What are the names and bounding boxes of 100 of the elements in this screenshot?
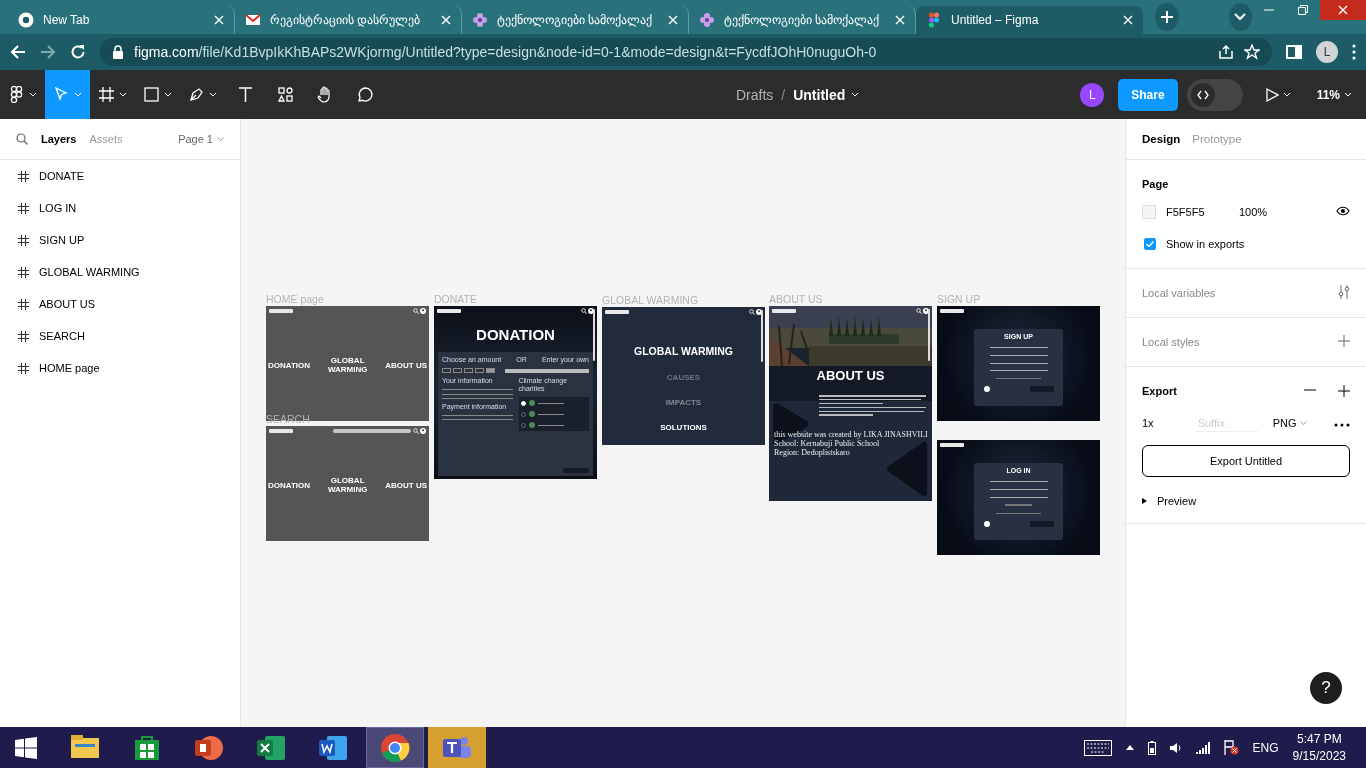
file-name[interactable]: Untitled <box>793 86 860 103</box>
layer-item[interactable]: DONATE <box>39 170 85 182</box>
color-value[interactable]: F5F5F5 <box>1166 206 1239 218</box>
zoom-menu[interactable]: 11% <box>1316 87 1352 102</box>
chevron-down-icon <box>74 92 82 97</box>
checkbox-label: Show in exports <box>1166 238 1245 250</box>
layer-item[interactable]: ABOUT US <box>39 298 96 310</box>
flower-icon <box>699 12 715 28</box>
url-text: figma.com/file/Kd1BvpIkKhBAPs2WKjormg/Untitled?type=design&node-id=0-1&mode=design&t=FycdfJOhH0nuguOh-0 <box>134 44 878 60</box>
scrollbar <box>928 309 930 361</box>
taskbar-app[interactable] <box>366 727 424 768</box>
close-icon[interactable] <box>214 15 224 25</box>
side-panel-icon[interactable] <box>1286 44 1302 60</box>
design-canvas[interactable] <box>241 119 1125 727</box>
close-icon[interactable] <box>441 15 451 25</box>
breadcrumb-separator: / <box>781 86 786 103</box>
layer-item[interactable]: GLOBAL WARMING <box>39 266 140 278</box>
reload-icon[interactable] <box>70 44 86 60</box>
nav-link: GLOBAL WARMING <box>327 476 368 494</box>
frame-heading: DONATION <box>475 326 556 343</box>
nav-link: GLOBAL WARMING <box>327 356 368 374</box>
figma-icon <box>926 12 942 28</box>
profile-avatar[interactable]: L <box>1316 41 1338 63</box>
rectangle-icon <box>143 86 160 103</box>
close-icon[interactable] <box>895 15 905 25</box>
form-line <box>442 389 513 390</box>
checkbox[interactable] <box>1144 238 1156 250</box>
facebook-icon <box>983 386 990 393</box>
eye-icon[interactable] <box>1336 206 1350 216</box>
panel-tab[interactable]: Layers <box>41 133 77 145</box>
signal-icon[interactable] <box>1195 741 1210 754</box>
color-swatch[interactable] <box>1142 205 1156 219</box>
dev-mode-toggle[interactable] <box>1186 78 1243 111</box>
close-icon[interactable] <box>1123 15 1133 25</box>
export-button[interactable]: Export Untitled <box>1142 445 1350 477</box>
chevron-down-icon <box>209 92 217 97</box>
plus-icon[interactable] <box>1338 385 1350 397</box>
facebook-icon <box>983 520 990 527</box>
close-icon[interactable] <box>1338 5 1348 15</box>
flower-icon <box>472 12 488 28</box>
layer-item[interactable]: SIGN UP <box>39 234 85 246</box>
caret-right-icon[interactable] <box>1142 498 1147 504</box>
more-icon[interactable] <box>1352 44 1356 60</box>
form-line <box>442 393 513 395</box>
breadcrumb-link[interactable]: Drafts <box>735 86 774 103</box>
preview-toggle[interactable]: Preview <box>1157 495 1197 507</box>
keyboard-icon[interactable] <box>1083 739 1112 756</box>
windows-icon[interactable] <box>15 736 37 759</box>
credit-line: this website was created by LIKA JINASHVILI <box>774 429 928 439</box>
scale-value[interactable]: 1x <box>1142 417 1154 429</box>
nav-link: SOLUTIONS <box>659 423 708 432</box>
text-line <box>537 413 565 415</box>
restore-icon[interactable] <box>1298 5 1308 15</box>
chevron-down-icon <box>1344 92 1352 97</box>
forward-icon[interactable] <box>40 44 56 60</box>
panel-tab[interactable]: Design <box>1142 133 1181 145</box>
sliders-icon[interactable] <box>1338 285 1350 299</box>
continue-button <box>1029 520 1054 527</box>
search-icon <box>413 308 419 314</box>
credit-line: School: Kernabuji Public School <box>774 438 880 448</box>
back-icon[interactable] <box>10 44 26 60</box>
new-tab-button[interactable] <box>1155 3 1179 31</box>
nav-link: IMPACTS <box>664 398 703 407</box>
logo-icon <box>605 310 629 314</box>
browser-tab[interactable]: Untitled – Figma <box>916 6 1143 34</box>
layer-item[interactable]: HOME page <box>39 362 100 374</box>
chevron-down-icon <box>1234 13 1247 21</box>
language-indicator[interactable]: ENG <box>1252 740 1279 755</box>
layer-item[interactable]: SEARCH <box>39 330 85 342</box>
nav-link: DONATION <box>268 480 311 490</box>
page-selector[interactable]: Page 1 <box>178 133 224 145</box>
user-icon <box>420 428 426 434</box>
close-icon[interactable] <box>668 15 678 25</box>
form-field-line <box>989 481 1048 482</box>
search-icon <box>916 308 922 314</box>
logo-icon <box>437 309 461 313</box>
text-line <box>996 512 1041 514</box>
clock[interactable]: 5:47 PM 9/15/2023 <box>1292 730 1346 765</box>
share-icon[interactable] <box>1218 44 1234 60</box>
opacity-value[interactable]: 100% <box>1239 206 1268 218</box>
form-field-line <box>989 370 1048 372</box>
tab-search-button[interactable] <box>1228 3 1252 31</box>
frame-heading: GLOBAL WARMING <box>633 345 734 357</box>
figma-menu-icon <box>8 86 25 103</box>
more-icon[interactable] <box>1334 423 1350 427</box>
flag-icon[interactable] <box>1223 740 1239 755</box>
frame-icon <box>18 362 29 374</box>
search-icon <box>413 428 419 434</box>
user-avatar[interactable]: L <box>1080 82 1105 107</box>
frame-icon <box>18 170 29 182</box>
present-button[interactable] <box>1264 87 1291 102</box>
address-bar[interactable]: figma.com/file/Kd1BvpIkKhBAPs2WKjormg/Untitled?type=design&node-id=0-1&mode=design&t=FycdfJOhH0nuguOh-0 <box>100 38 1272 66</box>
format-dropdown[interactable]: PNG <box>1272 417 1308 429</box>
speaker-icon[interactable] <box>1169 741 1182 754</box>
search-icon[interactable] <box>16 133 28 145</box>
chevron-up-icon[interactable] <box>1125 745 1134 750</box>
nav-link: ABOUT US <box>385 360 427 370</box>
star-icon[interactable] <box>1244 44 1260 60</box>
battery-icon[interactable] <box>1147 740 1156 755</box>
layer-item[interactable]: LOG IN <box>39 202 77 214</box>
